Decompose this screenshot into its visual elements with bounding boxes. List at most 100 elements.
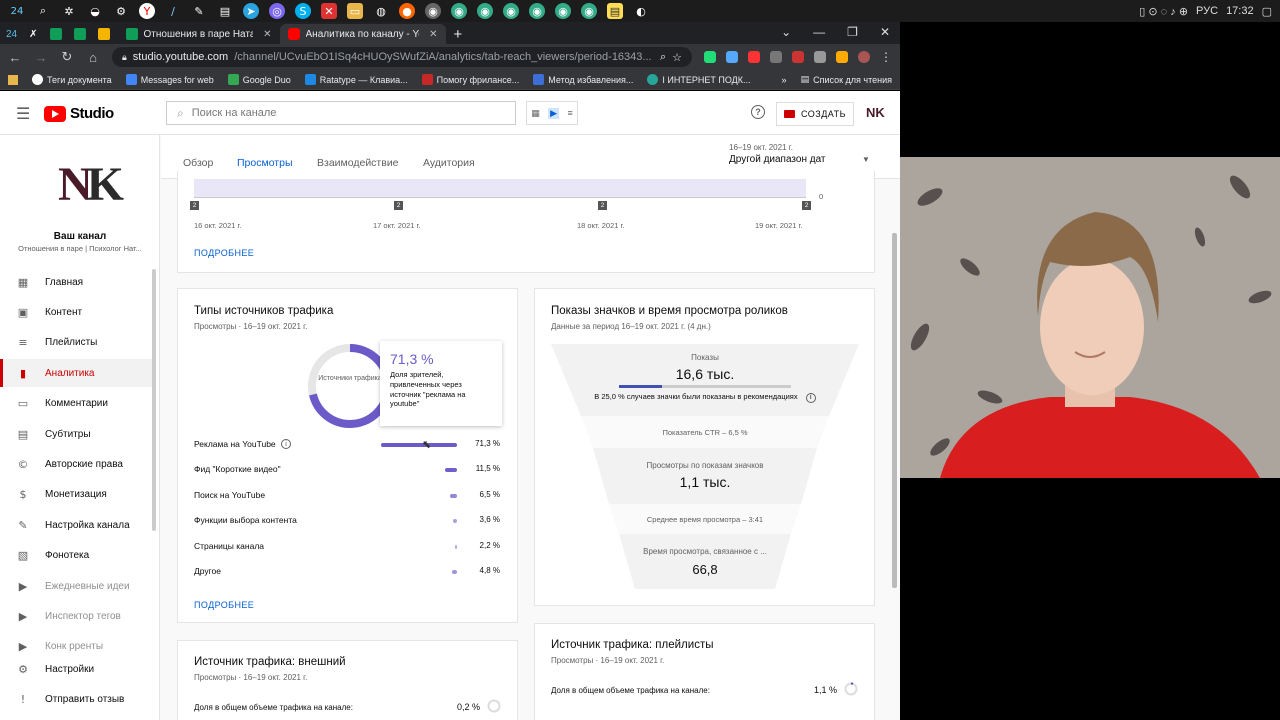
- traffic-source-row[interactable]: Поиск на YouTube 6,5 %: [194, 490, 500, 504]
- bookmark-star-icon[interactable]: ☆: [672, 51, 682, 64]
- bookmark[interactable]: Google Duo: [227, 74, 291, 85]
- sidebar-item-analytics[interactable]: ▮ Аналитика: [0, 359, 152, 388]
- pinned-tab-icon[interactable]: 24: [6, 29, 17, 40]
- close-app-icon[interactable]: ✕: [321, 3, 337, 19]
- bookmark[interactable]: Помогу фрилансе...: [421, 74, 519, 85]
- tray-icons[interactable]: ▯ ⊙ ◌ ♪ ⊕: [1139, 5, 1188, 18]
- sidebar-item-playlists[interactable]: ≡ Плейлисты: [0, 329, 152, 357]
- close-tab-icon[interactable]: ✕: [263, 29, 271, 40]
- extension-icon[interactable]: [726, 51, 738, 63]
- extension-icon[interactable]: [770, 51, 782, 63]
- clock[interactable]: 17:32: [1226, 5, 1254, 17]
- app-icon[interactable]: ◒: [87, 3, 103, 19]
- taskbar-counter-icon[interactable]: 24: [9, 3, 25, 19]
- more-link[interactable]: ПОДРОБНЕЕ: [194, 600, 254, 610]
- bookmark[interactable]: Messages for web: [125, 74, 214, 85]
- sidebar-item-customization[interactable]: ✎ Настройка канала: [0, 511, 152, 539]
- chrome-icon[interactable]: ◉: [529, 3, 545, 19]
- app-icon[interactable]: ◐: [633, 3, 649, 19]
- browser-tab-active[interactable]: Аналитика по каналу - YouTube ✕: [279, 24, 446, 44]
- tab-engagement[interactable]: Взаимодействие: [317, 157, 399, 169]
- help-icon[interactable]: ?: [751, 105, 765, 119]
- sidebar-item-subtitles[interactable]: ▤ Субтитры: [0, 420, 152, 448]
- sidebar-item-copyright[interactable]: © Авторские права: [0, 450, 152, 478]
- chrome-icon[interactable]: ◉: [451, 3, 467, 19]
- sheets-icon[interactable]: [49, 28, 62, 40]
- chrome-icon[interactable]: ◉: [581, 3, 597, 19]
- bookmark[interactable]: Метод избавления...: [533, 74, 633, 85]
- app-icon[interactable]: ◎: [269, 3, 285, 19]
- traffic-source-row[interactable]: Реклама на YouTube i 71,3 %: [194, 439, 500, 453]
- more-bookmarks-icon[interactable]: »: [782, 75, 787, 85]
- tab-overview[interactable]: Обзор: [183, 157, 213, 169]
- traffic-source-row[interactable]: Функции выбора контента 3,6 %: [194, 515, 500, 529]
- video-marker[interactable]: 2: [802, 201, 811, 210]
- app-icon[interactable]: ✲: [61, 3, 77, 19]
- app-icon[interactable]: ▤: [217, 3, 233, 19]
- sidebar-item-audio-library[interactable]: ▧ Фонотека: [0, 542, 152, 570]
- mode-switcher[interactable]: ▦ ▶ ≡: [526, 101, 578, 125]
- gear-icon[interactable]: ⚙: [113, 3, 129, 19]
- create-button[interactable]: СОЗДАТЬ: [776, 102, 854, 126]
- sidebar-item-monetization[interactable]: $ Монетизация: [0, 481, 152, 509]
- more-menu-icon[interactable]: ⋮: [880, 50, 892, 64]
- sidebar-item-settings[interactable]: ⚙ Настройки: [0, 655, 152, 683]
- traffic-source-row[interactable]: Страницы канала 2,2 %: [194, 541, 500, 555]
- video-marker[interactable]: 2: [598, 201, 607, 210]
- chrome-icon[interactable]: ◉: [425, 3, 441, 19]
- tab-search-icon[interactable]: ⌄: [781, 25, 791, 39]
- drive-icon[interactable]: [97, 28, 110, 40]
- tab-audience[interactable]: Аудитория: [423, 157, 475, 169]
- home-icon[interactable]: ⌂: [86, 50, 100, 65]
- sidebar-item-content[interactable]: ▣ Контент: [0, 298, 152, 326]
- pinned-tab-icon[interactable]: ✗: [29, 29, 37, 40]
- info-icon[interactable]: i: [805, 393, 816, 403]
- folder-icon[interactable]: ▭: [347, 3, 363, 19]
- extension-icon[interactable]: [836, 51, 848, 63]
- restore-icon[interactable]: ❐: [847, 25, 858, 39]
- extension-icon[interactable]: [704, 51, 716, 63]
- chrome-icon[interactable]: ◉: [477, 3, 493, 19]
- studio-logo[interactable]: Studio: [44, 105, 114, 122]
- mode-icon[interactable]: ≡: [567, 108, 572, 118]
- browser-tab[interactable]: Отношения в паре Наталья Кор ✕: [118, 24, 280, 44]
- bookmark[interactable]: Теги документа: [32, 74, 112, 85]
- notifications-icon[interactable]: ▢: [1262, 5, 1272, 18]
- back-icon[interactable]: ←: [8, 50, 22, 65]
- zoom-icon[interactable]: ⌕: [660, 51, 666, 64]
- reload-icon[interactable]: ↻: [60, 49, 74, 65]
- notes-icon[interactable]: ▤: [607, 3, 623, 19]
- minimize-icon[interactable]: —: [813, 25, 825, 39]
- tab-reach[interactable]: Просмотры: [237, 157, 293, 169]
- sidebar-item-tags[interactable]: ▶ Инспектор тегов: [0, 602, 152, 630]
- app-icon[interactable]: ✎: [191, 3, 207, 19]
- hamburger-menu-icon[interactable]: ☰: [16, 104, 30, 124]
- sidebar-item-feedback[interactable]: ! Отправить отзыв: [0, 685, 152, 713]
- profile-icon[interactable]: [858, 51, 870, 63]
- chrome-icon[interactable]: ◉: [555, 3, 571, 19]
- yandex-icon[interactable]: Y: [139, 3, 155, 19]
- traffic-source-row[interactable]: Другое 4,8 %: [194, 566, 500, 580]
- sidebar-item-ideas[interactable]: ▶ Ежедневные идеи: [0, 572, 152, 600]
- sheets-icon[interactable]: [73, 28, 86, 40]
- bookmark[interactable]: I ИНТЕРНЕТ ПОДК...: [647, 74, 750, 85]
- search-icon[interactable]: ⌕: [35, 3, 51, 19]
- channel-avatar[interactable]: NK: [58, 157, 124, 212]
- forward-icon[interactable]: →: [34, 50, 48, 65]
- close-tab-icon[interactable]: ✕: [429, 29, 437, 40]
- sidebar-scrollbar[interactable]: [152, 269, 156, 531]
- account-avatar[interactable]: NK: [866, 105, 885, 120]
- chrome-icon[interactable]: ◉: [503, 3, 519, 19]
- date-range-picker[interactable]: 16–19 окт. 2021 г. Другой диапазон дат ▼: [729, 143, 870, 165]
- puzzle-icon[interactable]: [814, 51, 826, 63]
- traffic-source-row[interactable]: Фид "Короткие видео" 11,5 %: [194, 464, 500, 478]
- page-scrollbar[interactable]: [892, 233, 897, 588]
- extension-icon[interactable]: [748, 51, 760, 63]
- close-window-icon[interactable]: ✕: [880, 25, 890, 39]
- extension-icon[interactable]: [792, 51, 804, 63]
- channel-search-input[interactable]: ⌕ Поиск на канале: [166, 101, 516, 125]
- app-icon[interactable]: ∕: [165, 3, 181, 19]
- firefox-icon[interactable]: ●: [399, 3, 415, 19]
- bookmark[interactable]: Ratatype — Клавиа...: [304, 74, 408, 85]
- skype-icon[interactable]: S: [295, 3, 311, 19]
